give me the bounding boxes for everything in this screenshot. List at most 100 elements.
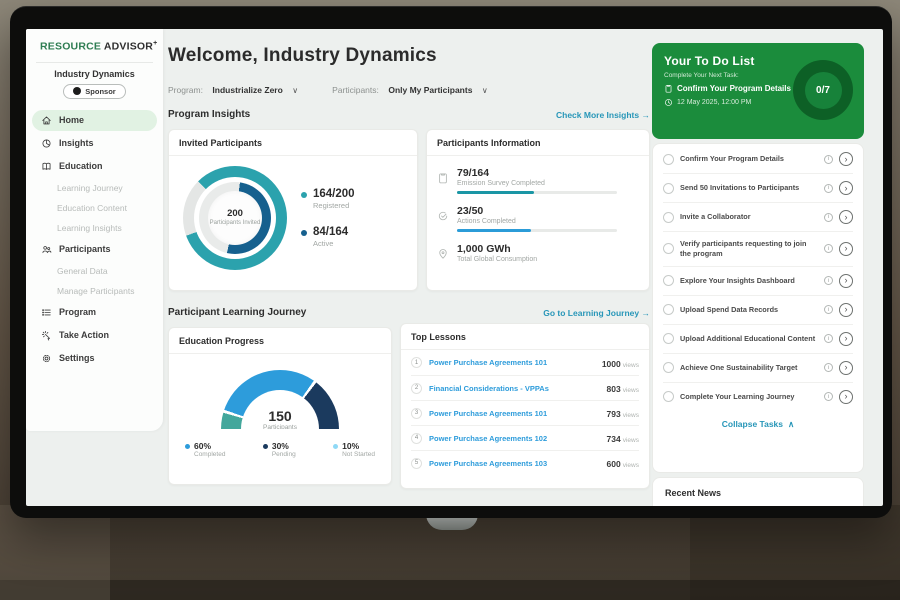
sidebar-item-participants[interactable]: Participants [32,239,157,260]
task-checkbox[interactable] [663,212,674,223]
participants-filter-label: Participants: [332,85,379,95]
survey-icon [437,172,449,184]
click-action-icon [41,330,52,341]
lesson-link[interactable]: Power Purchase Agreements 102 [429,434,600,443]
monitor-bezel: RESOURCE ADVISOR+ Industry Dynamics Spon… [10,6,892,518]
legend-item-completed: 60% Completed [185,441,225,458]
go-to-learning-journey-link[interactable]: Go to Learning Journey → [543,308,650,318]
task-checkbox[interactable] [663,154,674,165]
task-checkbox[interactable] [663,183,674,194]
legend-item-not-started: 10% Not Started [333,441,375,458]
sidebar-item-settings[interactable]: Settings [32,348,157,369]
info-icon[interactable]: i [824,392,833,401]
sidebar-item-label: Program [59,307,96,317]
actions-progress-bar [457,229,617,232]
actions-icon [437,210,449,222]
task-checkbox[interactable] [663,304,674,315]
chevron-right-button[interactable]: › [839,332,853,346]
chevron-right-button[interactable]: › [839,210,853,224]
legend-label: Active [313,239,348,248]
legend-dot [333,444,338,449]
chevron-right-button[interactable]: › [839,274,853,288]
lesson-views: 1000 [602,359,621,369]
sidebar-item-learning-journey[interactable]: Learning Journey [26,178,163,198]
sidebar-item-education[interactable]: Education [32,156,157,177]
sponsor-badge: Sponsor [63,84,125,99]
chevron-right-button[interactable]: › [839,361,853,375]
sidebar-item-insights[interactable]: Insights [32,133,157,154]
sidebar-item-home[interactable]: Home [32,110,157,131]
participants-information-card: Participants Information 79/164 Emission… [426,129,650,291]
page-title: Welcome, Industry Dynamics [168,45,437,67]
lesson-rank: 4 [411,433,422,444]
info-icon[interactable]: i [824,184,833,193]
lesson-link[interactable]: Financial Considerations - VPPAs [429,384,600,393]
lesson-views-label: views [623,462,639,469]
info-row-survey: 79/164 Emission Survey Completed [437,162,637,200]
info-rows: 79/164 Emission Survey Completed 23/50 A… [427,156,649,273]
invited-chart-area: 200 Participants Invited 164/200 Registe… [169,156,417,270]
task-checkbox[interactable] [663,391,674,402]
info-icon[interactable]: i [824,334,833,343]
task-checkbox[interactable] [663,243,674,254]
info-label: Emission Survey Completed [457,180,637,187]
todo-next-task-label: Confirm Your Program Details [677,84,791,93]
chevron-right-button[interactable]: › [839,390,853,404]
insights-icon [41,138,52,149]
sidebar-item-general-data[interactable]: General Data [26,261,163,281]
legend-label: Completed [194,451,225,458]
lesson-rank: 5 [411,458,422,469]
consumption-icon [437,248,449,260]
lesson-link[interactable]: Power Purchase Agreements 101 [429,358,595,367]
task-checkbox[interactable] [663,362,674,373]
info-icon[interactable]: i [824,305,833,314]
collapse-tasks-link[interactable]: Collapse Tasks ∧ [663,411,853,435]
sidebar-item-label: Home [59,115,84,125]
invited-participants-card: Invited Participants 200 Participants In… [168,129,418,291]
legend-item-registered: 164/200 Registered [301,188,355,210]
gauge-center: 150 Participants [221,408,339,429]
task-label: Invite a Collaborator [680,212,818,222]
lesson-link[interactable]: Power Purchase Agreements 103 [429,459,600,468]
chevron-down-icon: ∨ [482,86,488,95]
info-icon[interactable]: i [824,276,833,285]
divider [36,62,153,63]
info-value: 1,000 GWh [457,243,637,255]
program-filter-value: Industrialize Zero [212,85,282,95]
todo-due-label: 12 May 2025, 12:00 PM [677,99,751,106]
sidebar-item-education-content[interactable]: Education Content [26,198,163,218]
sidebar-item-program[interactable]: Program [32,302,157,323]
logo-secondary: ADVISOR [104,41,153,53]
task-label: Upload Spend Data Records [680,305,818,315]
sidebar-item-take-action[interactable]: Take Action [32,325,157,346]
check-more-insights-link[interactable]: Check More Insights → [556,110,650,120]
legend-value: 30% [272,441,296,451]
lesson-row: 3 Power Purchase Agreements 101 793views [411,400,639,425]
program-filter[interactable]: Program: Industrialize Zero ∨ [168,80,298,98]
lesson-row: 2 Financial Considerations - VPPAs 803vi… [411,375,639,400]
link-label: Go to Learning Journey [543,308,639,318]
lessons-list: 1 Power Purchase Agreements 101 1000view… [401,350,649,475]
chevron-right-button[interactable]: › [839,242,853,256]
progress-fill [457,191,534,194]
info-icon[interactable]: i [824,155,833,164]
card-title: Education Progress [169,328,391,354]
sidebar-item-label: Education Content [57,203,127,213]
home-icon [41,115,52,126]
sidebar-item-learning-insights[interactable]: Learning Insights [26,218,163,238]
participants-filter[interactable]: Participants: Only My Participants ∨ [332,80,488,98]
chevron-right-button[interactable]: › [839,152,853,166]
info-icon[interactable]: i [824,213,833,222]
lesson-link[interactable]: Power Purchase Agreements 101 [429,409,600,418]
chevron-right-button[interactable]: › [839,303,853,317]
sidebar-item-label: Manage Participants [57,286,135,296]
legend-label: Pending [272,451,296,458]
task-checkbox[interactable] [663,275,674,286]
task-row: Invite a Collaborator i › [663,203,853,232]
task-checkbox[interactable] [663,333,674,344]
chevron-right-button[interactable]: › [839,181,853,195]
lesson-row: 5 Power Purchase Agreements 103 600views [411,450,639,475]
info-icon[interactable]: i [824,244,833,253]
info-icon[interactable]: i [824,363,833,372]
sidebar-item-manage-participants[interactable]: Manage Participants [26,281,163,301]
